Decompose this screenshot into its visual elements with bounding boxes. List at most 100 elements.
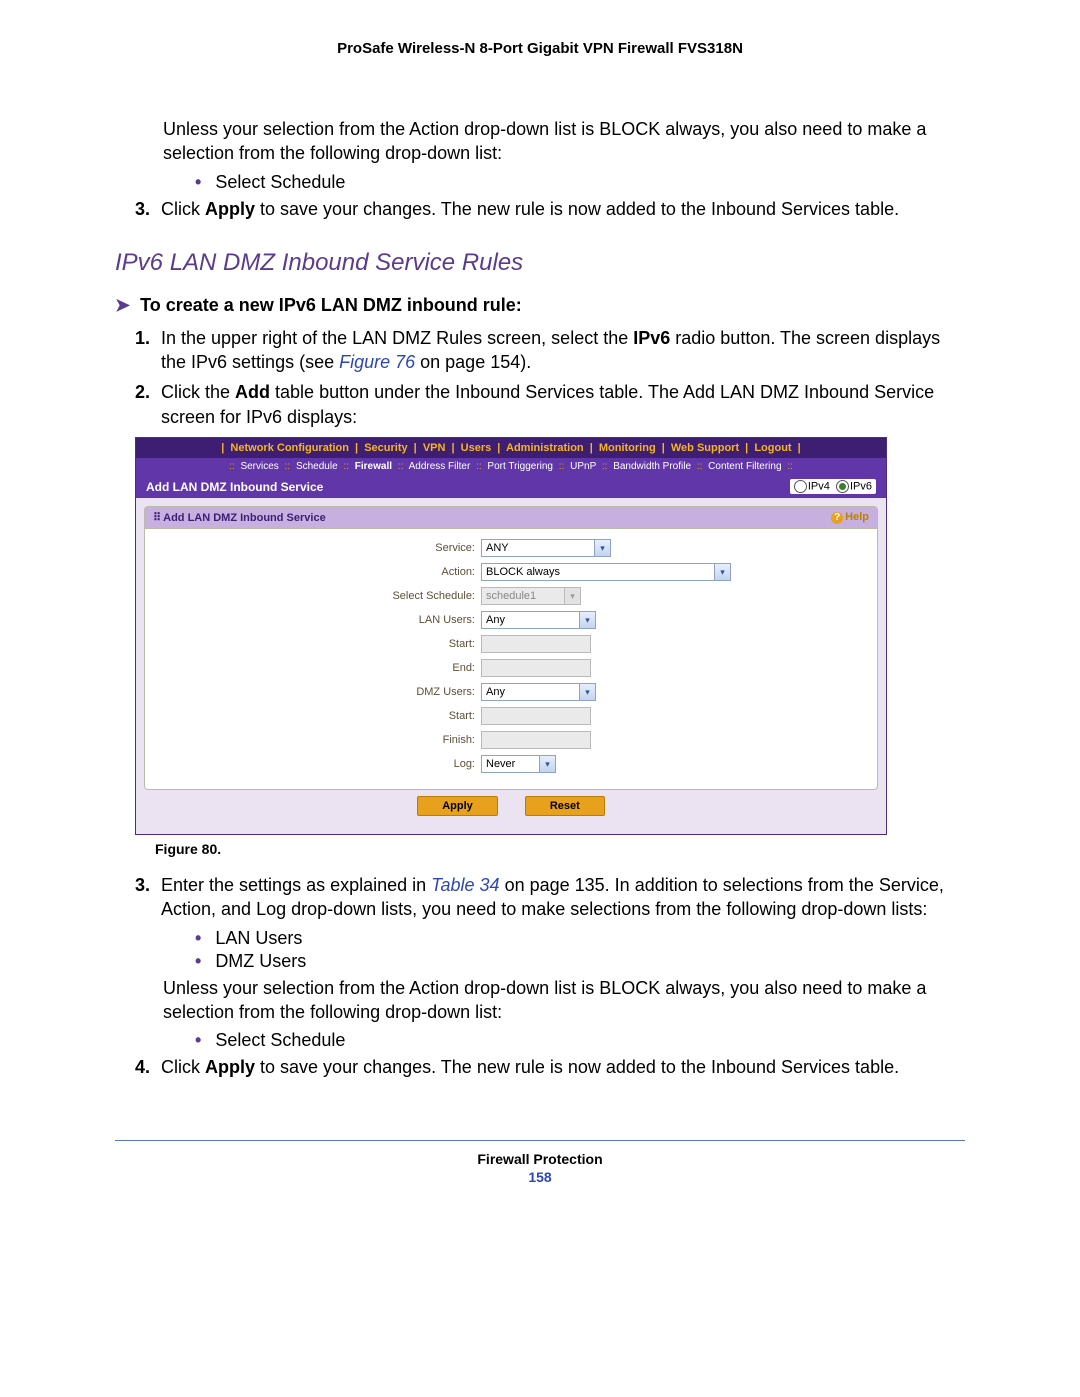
menu-web-support[interactable]: Web Support xyxy=(671,442,739,454)
document-header: ProSafe Wireless-N 8-Port Gigabit VPN Fi… xyxy=(115,40,965,57)
sub-menu: :: Services :: Schedule :: Firewall :: A… xyxy=(136,458,886,475)
bullet-select-schedule-2: • Select Schedule xyxy=(195,1030,965,1051)
step-number: 3. xyxy=(135,197,161,221)
lan-users-label: LAN Users: xyxy=(165,614,481,626)
schedule-select: schedule1 ▾ xyxy=(481,587,581,605)
procedure-heading-text: To create a new IPv6 LAN DMZ inbound rul… xyxy=(140,295,522,316)
bullet-select-schedule: • Select Schedule xyxy=(195,172,965,193)
ipv6-radio[interactable] xyxy=(836,480,849,493)
bullet-dot-icon: • xyxy=(195,928,201,949)
step-text: to save your changes. The new rule is no… xyxy=(255,199,899,219)
chevron-down-icon: ▾ xyxy=(714,564,730,580)
panel-header: ⠿ Add LAN DMZ Inbound Service ?Help xyxy=(145,507,877,529)
service-select[interactable]: ANY ▾ xyxy=(481,539,611,557)
main-menu: | Network Configuration | Security | VPN… xyxy=(136,438,886,458)
arrow-icon: ➤ xyxy=(115,295,130,316)
start2-input xyxy=(481,707,591,725)
menu-security[interactable]: Security xyxy=(364,442,407,454)
figure-76-link[interactable]: Figure 76 xyxy=(339,352,415,372)
step-text: on page 154). xyxy=(415,352,531,372)
dmz-users-label: DMZ Users: xyxy=(165,686,481,698)
menu-users[interactable]: Users xyxy=(461,442,492,454)
end-input xyxy=(481,659,591,677)
step-text: table button under the Inbound Services … xyxy=(161,382,934,426)
ui-title-bar: Add LAN DMZ Inbound Service IPv4 IPv6 xyxy=(136,475,886,498)
schedule-label: Select Schedule: xyxy=(165,590,481,602)
menu-network[interactable]: Network Configuration xyxy=(230,442,349,454)
submenu-services[interactable]: Services xyxy=(240,461,278,472)
service-label: Service: xyxy=(165,542,481,554)
apply-word: Apply xyxy=(205,1057,255,1077)
page-footer: Firewall Protection 158 xyxy=(115,1151,965,1185)
bullet-dmz-users: • DMZ Users xyxy=(195,951,965,972)
start-input xyxy=(481,635,591,653)
step-text: Enter the settings as explained in xyxy=(161,875,431,895)
submenu-schedule[interactable]: Schedule xyxy=(296,461,338,472)
bullet-text: LAN Users xyxy=(215,928,302,949)
ui-title: Add LAN DMZ Inbound Service xyxy=(146,480,323,494)
menu-monitoring[interactable]: Monitoring xyxy=(599,442,656,454)
step-number: 2. xyxy=(135,380,161,429)
schedule-value: schedule1 xyxy=(486,590,536,602)
menu-logout[interactable]: Logout xyxy=(754,442,791,454)
intro-paragraph: Unless your selection from the Action dr… xyxy=(163,117,965,166)
bullet-dot-icon: • xyxy=(195,1030,201,1051)
chevron-down-icon: ▾ xyxy=(579,612,595,628)
submenu-port-triggering[interactable]: Port Triggering xyxy=(487,461,553,472)
chevron-down-icon: ▾ xyxy=(579,684,595,700)
help-icon: ? xyxy=(831,512,843,524)
bullet-lan-users: • LAN Users xyxy=(195,928,965,949)
table-34-link[interactable]: Table 34 xyxy=(431,875,499,895)
panel-title: Add LAN DMZ Inbound Service xyxy=(163,512,326,524)
menu-administration[interactable]: Administration xyxy=(506,442,584,454)
dmz-users-select[interactable]: Any ▾ xyxy=(481,683,596,701)
submenu-bandwidth-profile[interactable]: Bandwidth Profile xyxy=(613,461,691,472)
end-label: End: xyxy=(165,662,481,674)
unless-paragraph-2: Unless your selection from the Action dr… xyxy=(163,976,965,1025)
action-label: Action: xyxy=(165,566,481,578)
menu-vpn[interactable]: VPN xyxy=(423,442,446,454)
apply-button[interactable]: Apply xyxy=(417,796,498,816)
step-number: 4. xyxy=(135,1055,161,1079)
log-select[interactable]: Never ▾ xyxy=(481,755,556,773)
step-text: Click xyxy=(161,1057,205,1077)
ip-version-toggle: IPv4 IPv6 xyxy=(790,479,876,494)
step-number: 3. xyxy=(135,873,161,922)
step-1: 1. In the upper right of the LAN DMZ Rul… xyxy=(135,326,965,375)
section-title: IPv6 LAN DMZ Inbound Service Rules xyxy=(115,249,965,277)
ipv4-label: IPv4 xyxy=(808,480,830,492)
bullet-dot-icon: • xyxy=(195,951,201,972)
submenu-firewall[interactable]: Firewall xyxy=(355,461,392,472)
step-text: to save your changes. The new rule is no… xyxy=(255,1057,899,1077)
chevron-down-icon: ▾ xyxy=(564,588,580,604)
bullet-text: Select Schedule xyxy=(215,172,345,193)
bullet-text: DMZ Users xyxy=(215,951,306,972)
step-text: Click xyxy=(161,199,205,219)
page-number: 158 xyxy=(115,1169,965,1185)
finish-label: Finish: xyxy=(165,734,481,746)
submenu-upnp[interactable]: UPnP xyxy=(570,461,596,472)
ipv4-radio[interactable] xyxy=(794,480,807,493)
lan-users-value: Any xyxy=(486,614,505,626)
action-value: BLOCK always xyxy=(486,566,560,578)
step-text: Click the xyxy=(161,382,235,402)
ui-screenshot: | Network Configuration | Security | VPN… xyxy=(135,437,887,835)
submenu-address-filter[interactable]: Address Filter xyxy=(409,461,471,472)
action-select[interactable]: BLOCK always ▾ xyxy=(481,563,731,581)
lan-users-select[interactable]: Any ▾ xyxy=(481,611,596,629)
bullet-dot-icon: • xyxy=(195,172,201,193)
reset-button[interactable]: Reset xyxy=(525,796,605,816)
service-value: ANY xyxy=(486,542,509,554)
step-number: 1. xyxy=(135,326,161,375)
step-3-bottom: 3. Enter the settings as explained in Ta… xyxy=(135,873,965,922)
footer-section-label: Firewall Protection xyxy=(477,1151,602,1167)
help-link[interactable]: ?Help xyxy=(831,511,869,524)
submenu-content-filtering[interactable]: Content Filtering xyxy=(708,461,781,472)
add-word: Add xyxy=(235,382,270,402)
step-4: 4. Click Apply to save your changes. The… xyxy=(135,1055,965,1079)
ipv6-word: IPv6 xyxy=(633,328,670,348)
log-label: Log: xyxy=(165,758,481,770)
grid-icon: ⠿ xyxy=(153,512,160,524)
step-text: In the upper right of the LAN DMZ Rules … xyxy=(161,328,633,348)
apply-word: Apply xyxy=(205,199,255,219)
